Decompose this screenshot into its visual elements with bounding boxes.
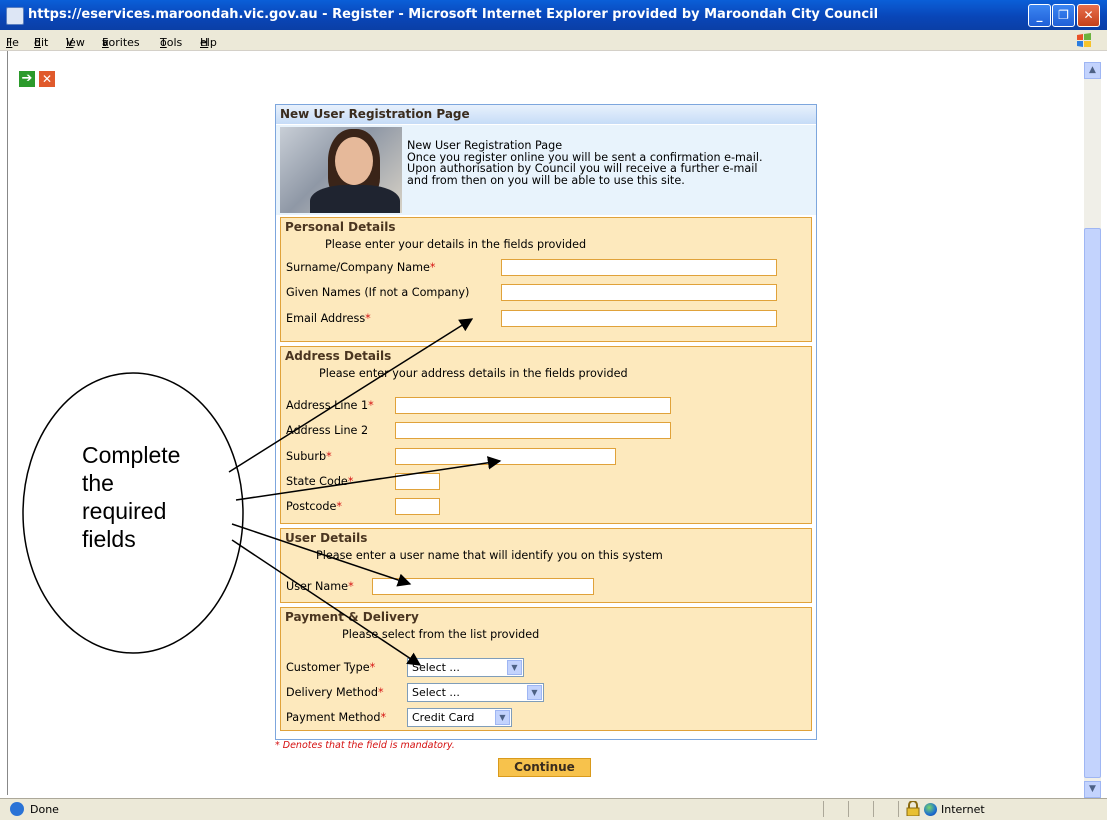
section-heading: Address Details <box>285 349 392 363</box>
section-heading: Personal Details <box>285 220 396 234</box>
ie-page-icon <box>6 7 24 25</box>
windows-logo-icon <box>1077 33 1091 47</box>
address-details-section: Address Details Please enter your addres… <box>280 346 812 524</box>
security-zone: Internet <box>941 803 985 816</box>
lock-icon <box>906 801 920 816</box>
chevron-down-icon[interactable]: ▼ <box>527 685 542 700</box>
address-line1-label: Address Line 1* <box>286 399 374 412</box>
restore-button[interactable]: ❐ <box>1052 4 1075 27</box>
ie-logo-icon <box>10 802 24 816</box>
address-line2-input[interactable] <box>395 422 671 439</box>
woman-photo <box>280 127 402 213</box>
vertical-scrollbar[interactable]: ▲ ▼ <box>1084 62 1101 798</box>
email-input[interactable] <box>501 310 777 327</box>
scroll-thumb[interactable] <box>1084 228 1101 778</box>
payment-method-label: Payment Method* <box>286 711 387 724</box>
panel-title: New User Registration Page <box>276 105 816 124</box>
chevron-down-icon[interactable]: ▼ <box>495 710 510 725</box>
callout-text: Complete the required fields <box>82 442 181 552</box>
surname-label: Surname/Company Name* <box>286 261 436 274</box>
delivery-method-select[interactable]: Select ... ▼ <box>407 683 544 702</box>
menu-bar: File Edit View Fa vorites Tools Help <box>0 30 1107 51</box>
status-text: Done <box>30 803 59 816</box>
arrow-right-icon[interactable]: ➔ <box>19 71 35 87</box>
intro-box: New User Registration Page Once you regi… <box>276 125 816 215</box>
customer-type-select[interactable]: Select ... ▼ <box>407 658 524 677</box>
address-line1-input[interactable] <box>395 397 671 414</box>
address-line2-label: Address Line 2 <box>286 424 369 437</box>
mandatory-note: * Denotes that the field is mandatory. <box>275 740 455 751</box>
payment-method-select[interactable]: Credit Card ▼ <box>407 708 512 727</box>
user-details-section: User Details Please enter a user name th… <box>280 528 812 603</box>
username-input[interactable] <box>372 578 594 595</box>
section-instructions: Please enter your address details in the… <box>319 367 628 380</box>
close-icon[interactable]: ✕ <box>39 71 55 87</box>
section-heading: Payment & Delivery <box>285 610 419 624</box>
given-names-input[interactable] <box>501 284 777 301</box>
title-bar: https://eservices.maroondah.vic.gov.au -… <box>0 0 1107 30</box>
section-instructions: Please enter your details in the fields … <box>325 238 587 251</box>
state-code-label: State Code* <box>286 475 354 488</box>
section-instructions: Please enter a user name that will ident… <box>316 549 663 562</box>
intro-text: New User Registration Page Once you regi… <box>407 139 763 187</box>
continue-button[interactable]: Continue <box>498 758 591 777</box>
status-bar: Done Internet <box>0 798 1107 820</box>
username-label: User Name* <box>286 580 354 593</box>
chevron-down-icon[interactable]: ▼ <box>507 660 522 675</box>
delivery-method-label: Delivery Method* <box>286 686 384 699</box>
email-label: Email Address* <box>286 312 371 325</box>
postcode-label: Postcode* <box>286 500 342 513</box>
personal-details-section: Personal Details Please enter your detai… <box>280 217 812 342</box>
payment-delivery-section: Payment & Delivery Please select from th… <box>280 607 812 731</box>
globe-icon <box>924 803 937 816</box>
suburb-input[interactable] <box>395 448 616 465</box>
section-heading: User Details <box>285 531 368 545</box>
given-names-label: Given Names (If not a Company) <box>286 286 470 299</box>
suburb-label: Suburb* <box>286 450 332 463</box>
section-instructions: Please select from the list provided <box>342 628 540 641</box>
registration-panel: New User Registration Page New User Regi… <box>275 104 817 740</box>
surname-input[interactable] <box>501 259 777 276</box>
scroll-down-icon[interactable]: ▼ <box>1084 781 1101 798</box>
window-title: https://eservices.maroondah.vic.gov.au -… <box>28 7 879 22</box>
state-code-input[interactable] <box>395 473 440 490</box>
close-button[interactable]: ✕ <box>1077 4 1100 27</box>
scroll-up-icon[interactable]: ▲ <box>1084 62 1101 79</box>
postcode-input[interactable] <box>395 498 440 515</box>
minimize-button[interactable]: _ <box>1028 4 1051 27</box>
customer-type-label: Customer Type* <box>286 661 376 674</box>
